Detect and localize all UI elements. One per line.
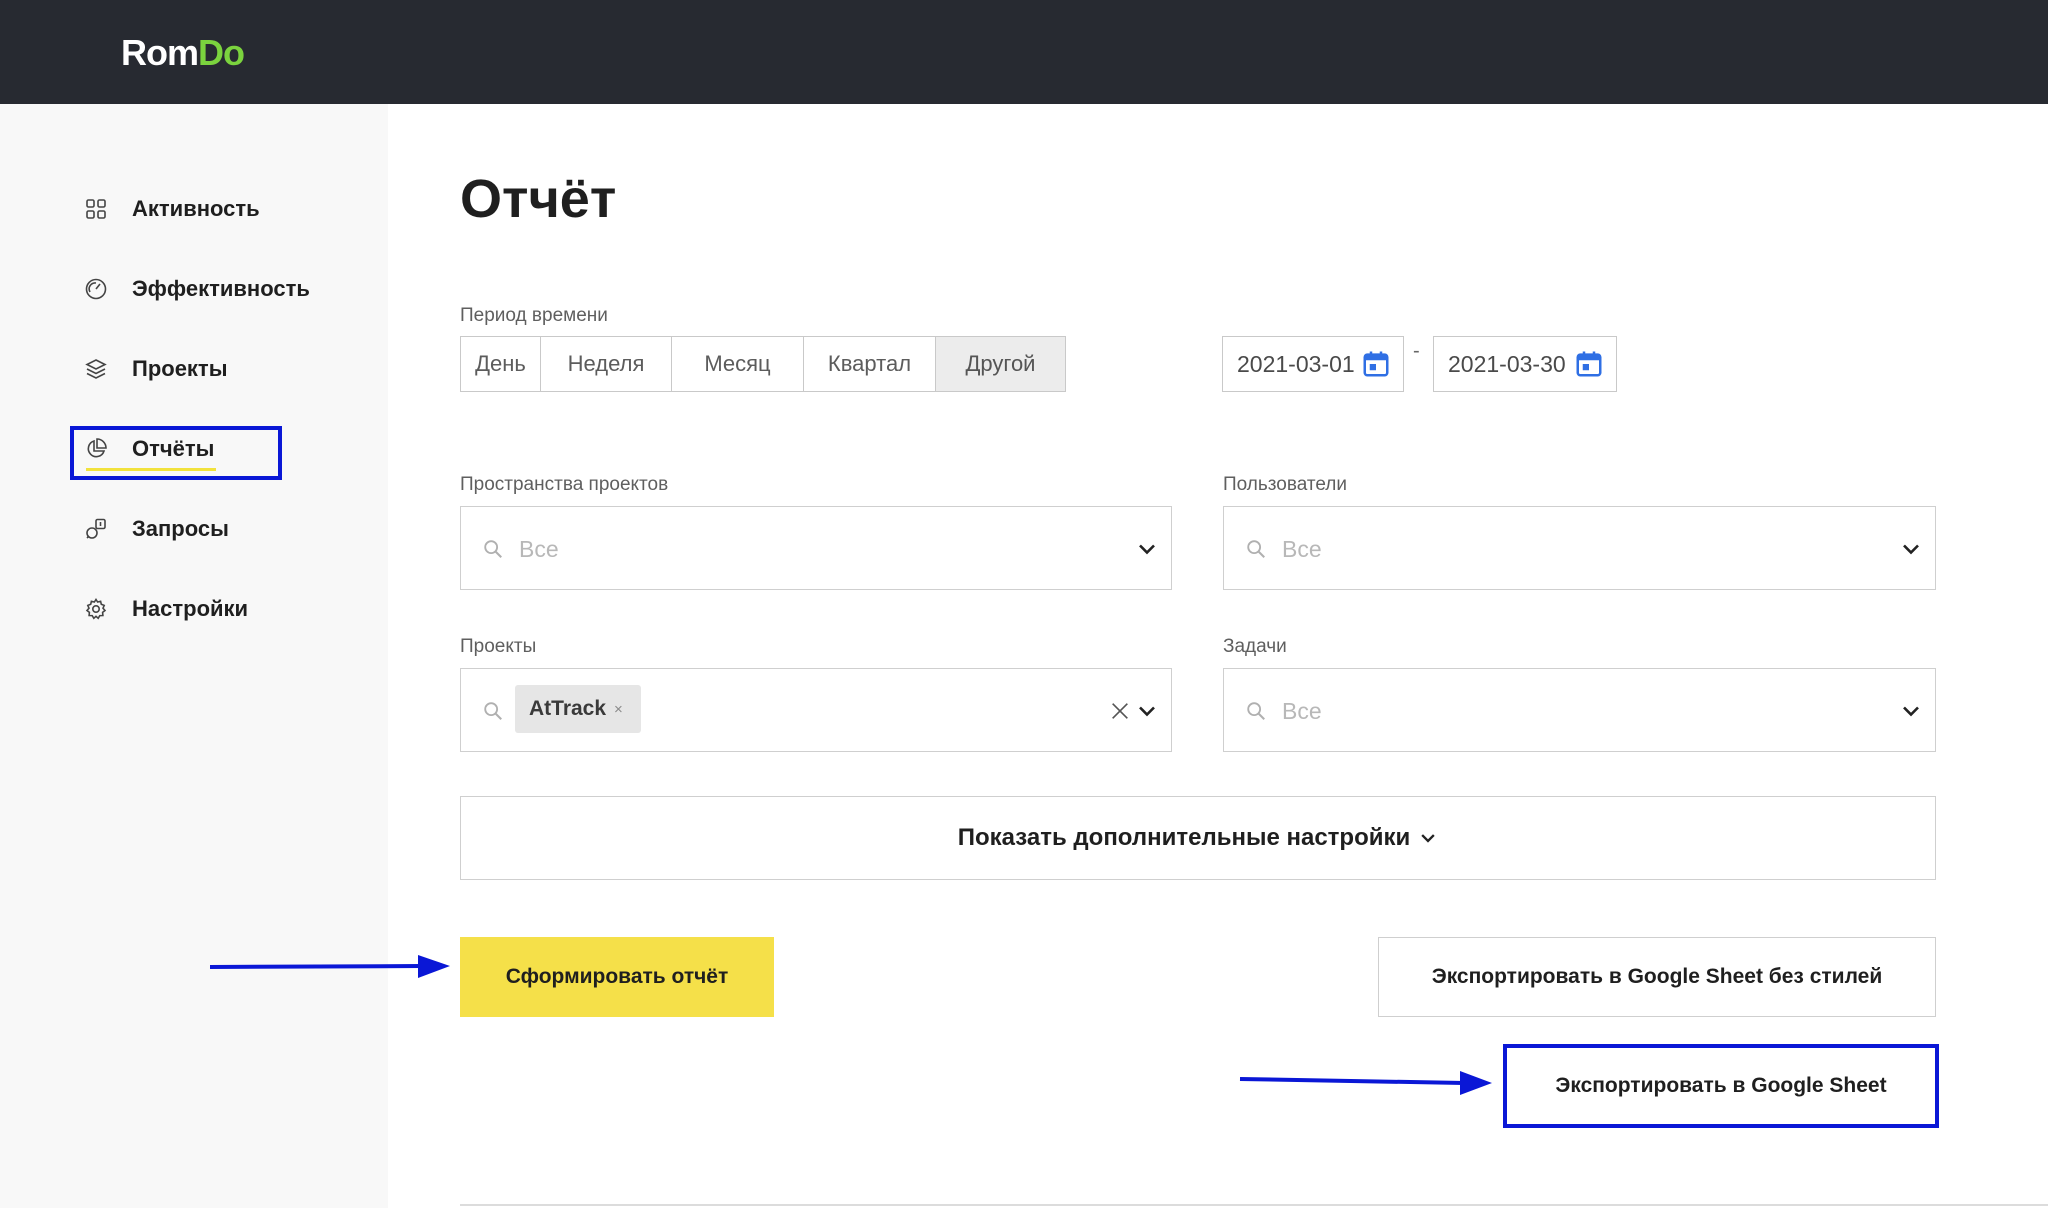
users-placeholder: Все xyxy=(1282,536,1322,562)
show-more-settings-label: Показать дополнительные настройки xyxy=(957,824,1411,851)
layers-icon xyxy=(83,356,109,382)
period-option-other[interactable]: Другой xyxy=(936,337,1065,391)
period-option-day[interactable]: День xyxy=(461,337,541,391)
calendar-icon[interactable] xyxy=(1574,349,1604,379)
period-label: Период времени xyxy=(460,305,608,326)
page-title: Отчёт xyxy=(460,169,617,229)
sidebar-item-activity[interactable]: Активность xyxy=(83,189,260,229)
chevron-down-icon[interactable] xyxy=(1899,537,1923,561)
generate-report-button[interactable]: Сформировать отчёт xyxy=(460,937,774,1017)
tasks-select[interactable]: Все xyxy=(1223,668,1936,752)
spaces-select[interactable]: Все xyxy=(460,506,1172,590)
sidebar-item-efficiency[interactable]: Эффективность xyxy=(83,269,310,309)
tasks-placeholder: Все xyxy=(1282,698,1322,724)
users-label: Пользователи xyxy=(1223,474,1348,495)
search-icon xyxy=(484,702,502,720)
top-bar: RomDo xyxy=(0,0,2048,104)
period-option-month[interactable]: Месяц xyxy=(672,337,804,391)
export-google-sheet-button[interactable]: Экспортировать в Google Sheet xyxy=(1508,1049,1934,1123)
sidebar-item-label: Эффективность xyxy=(132,276,310,301)
period-option-quarter[interactable]: Квартал xyxy=(804,337,936,391)
date-to-value: 2021-03-30 xyxy=(1448,350,1566,377)
pie-chart-icon xyxy=(83,436,109,462)
sidebar-item-label: Настройки xyxy=(132,596,249,621)
sidebar-item-settings[interactable]: Настройки xyxy=(83,589,248,629)
requests-icon xyxy=(83,516,109,542)
logo[interactable]: RomDo xyxy=(121,32,245,74)
sidebar-item-label: Запросы xyxy=(132,516,229,541)
chevron-down-icon[interactable] xyxy=(1899,699,1923,723)
period-option-week[interactable]: Неделя xyxy=(541,337,672,391)
gear-icon xyxy=(83,596,109,622)
project-tag-label: AtTrack xyxy=(529,697,607,720)
period-selector: День Неделя Месяц Квартал Другой xyxy=(460,336,1066,392)
projects-select[interactable]: AtTrack × xyxy=(460,668,1172,752)
gauge-icon xyxy=(83,276,109,302)
date-to-input[interactable]: 2021-03-30 xyxy=(1433,336,1617,392)
arrow-annotation xyxy=(1239,1071,1492,1095)
sidebar-item-label: Активность xyxy=(132,196,260,221)
logo-accent: Do xyxy=(198,32,245,73)
logo-main: Rom xyxy=(121,32,199,73)
users-select[interactable]: Все xyxy=(1223,506,1936,590)
sidebar-item-requests[interactable]: Запросы xyxy=(83,509,229,549)
sidebar-item-projects[interactable]: Проекты xyxy=(83,349,228,389)
calendar-icon[interactable] xyxy=(1361,349,1391,379)
divider xyxy=(460,1204,2048,1206)
arrow-annotation xyxy=(209,955,450,978)
sidebar-item-label: Отчёты xyxy=(132,436,215,461)
search-icon xyxy=(1247,540,1265,558)
projects-label: Проекты xyxy=(460,636,537,657)
date-from-input[interactable]: 2021-03-01 xyxy=(1222,336,1404,392)
clear-icon[interactable] xyxy=(1109,700,1131,722)
date-from-value: 2021-03-01 xyxy=(1237,350,1355,377)
tag-remove-icon[interactable]: × xyxy=(614,701,623,718)
sidebar-item-label: Проекты xyxy=(132,356,228,381)
export-google-sheet-plain-button[interactable]: Экспортировать в Google Sheet без стилей xyxy=(1378,937,1936,1017)
chevron-down-icon xyxy=(1421,834,1435,843)
sidebar-item-reports[interactable]: Отчёты xyxy=(83,429,214,469)
grid-icon xyxy=(83,196,109,222)
search-icon xyxy=(484,540,502,558)
date-range-separator: - xyxy=(1413,340,1420,362)
tasks-label: Задачи xyxy=(1223,636,1287,657)
show-more-settings-button[interactable]: Показать дополнительные настройки xyxy=(460,796,1936,880)
search-icon xyxy=(1247,702,1265,720)
spaces-label: Пространства проектов xyxy=(460,474,669,495)
spaces-placeholder: Все xyxy=(519,536,559,562)
chevron-down-icon[interactable] xyxy=(1135,699,1159,723)
chevron-down-icon[interactable] xyxy=(1135,537,1159,561)
project-tag: AtTrack × xyxy=(515,685,641,733)
